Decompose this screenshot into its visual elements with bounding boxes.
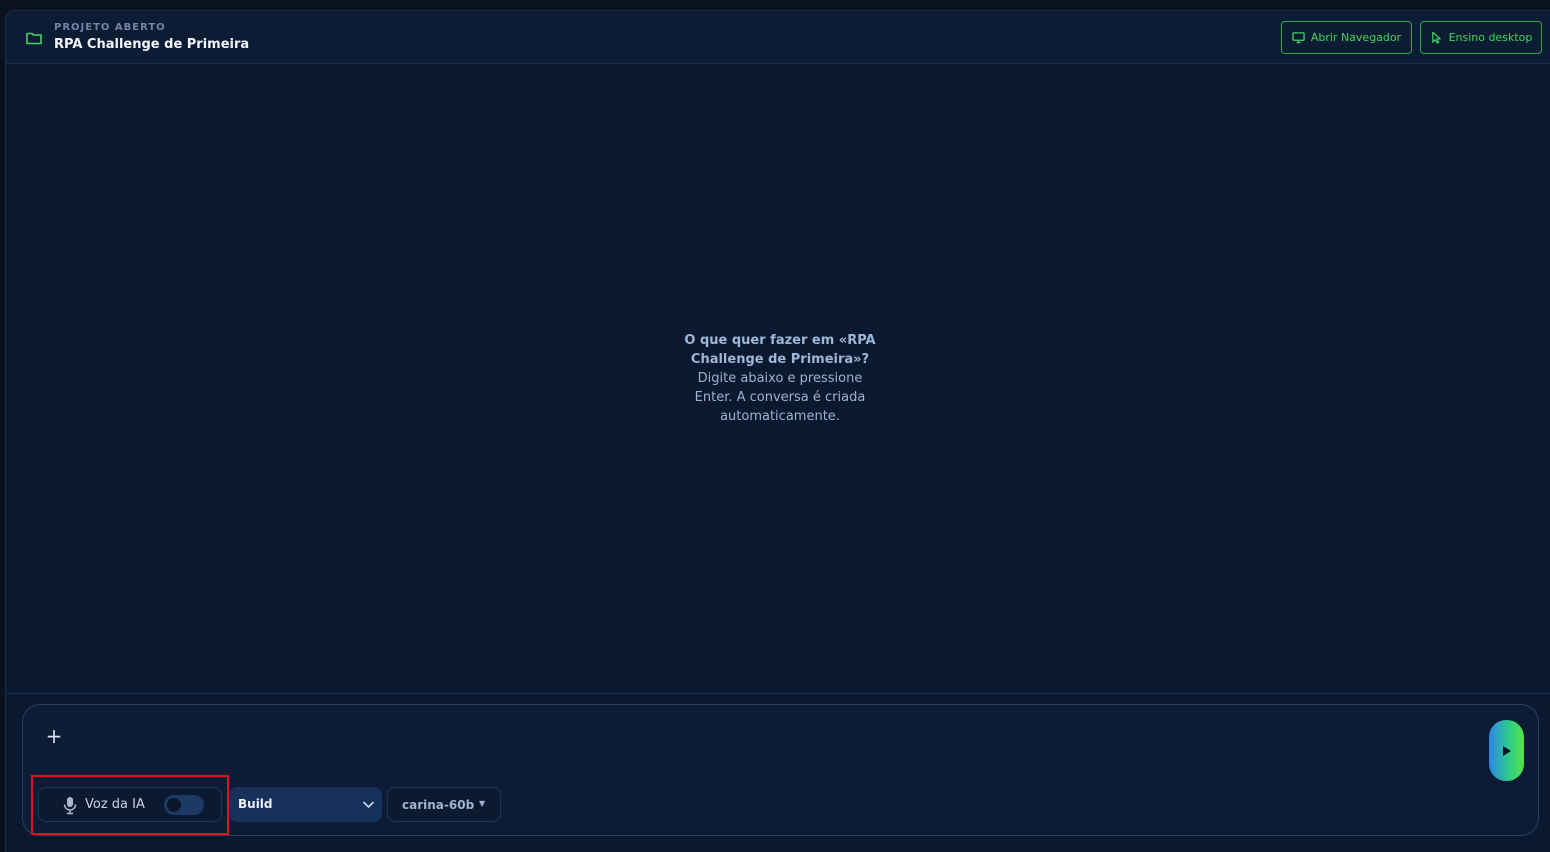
play-icon — [1502, 745, 1511, 756]
model-select-value: carina-60b — [402, 798, 475, 812]
add-attachment-button[interactable]: + — [43, 725, 65, 747]
caret-down-icon: ▼ — [479, 799, 486, 808]
divider — [6, 693, 1550, 694]
desktop-teaching-label: Ensino desktop — [1448, 31, 1533, 44]
chevron-down-icon — [362, 801, 375, 809]
project-title: RPA Challenge de Primeira — [54, 37, 250, 52]
monitor-icon — [1292, 32, 1305, 44]
project-eyebrow: PROJETO ABERTO — [54, 22, 166, 33]
toggle-knob — [167, 798, 181, 812]
open-browser-button[interactable]: Abrir Navegador — [1281, 21, 1412, 54]
empty-state: O que quer fazer em «RPA Challenge de Pr… — [680, 331, 880, 426]
folder-icon — [26, 32, 42, 45]
message-input[interactable] — [83, 727, 1463, 747]
ai-voice-label: Voz da IA — [85, 797, 145, 812]
message-composer: + Voz da IA Build carina-60b ▼ — [22, 704, 1539, 836]
model-select[interactable]: carina-60b ▼ — [387, 787, 501, 822]
project-header: PROJETO ABERTO RPA Challenge de Primeira… — [6, 11, 1550, 64]
microphone-icon — [63, 797, 77, 815]
app-window: PROJETO ABERTO RPA Challenge de Primeira… — [5, 10, 1550, 852]
cursor-icon — [1431, 31, 1441, 44]
empty-state-hint: Digite abaixo e pressione Enter. A conve… — [694, 371, 866, 424]
desktop-teaching-button[interactable]: Ensino desktop — [1420, 21, 1542, 54]
send-button[interactable] — [1489, 720, 1524, 781]
open-browser-label: Abrir Navegador — [1310, 31, 1402, 44]
ai-voice-toggle[interactable] — [164, 795, 204, 815]
mode-select-value: Build — [238, 797, 273, 811]
ai-voice-control: Voz da IA — [38, 787, 222, 822]
empty-state-question: O que quer fazer em «RPA Challenge de Pr… — [684, 333, 876, 367]
mode-select[interactable]: Build — [229, 787, 382, 822]
